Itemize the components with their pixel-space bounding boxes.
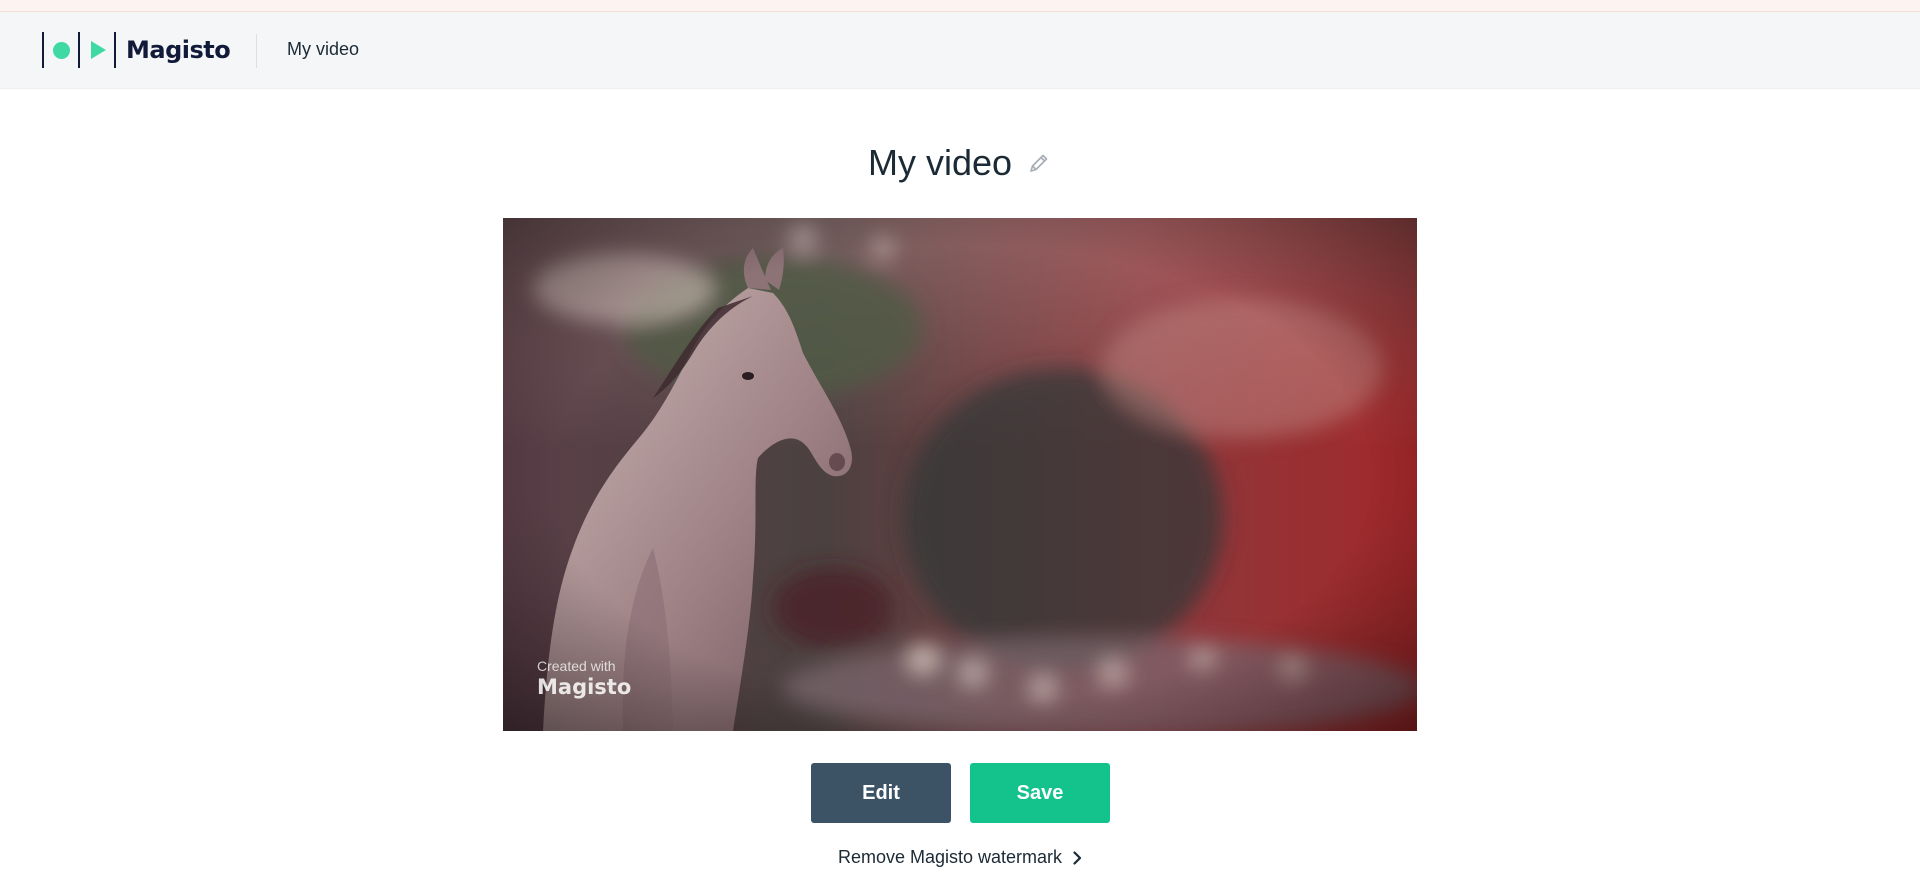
header-divider bbox=[256, 34, 257, 68]
action-buttons: Edit Save bbox=[811, 763, 1110, 823]
pencil-icon[interactable] bbox=[1026, 150, 1052, 176]
watermark-brand: Magisto bbox=[537, 675, 632, 699]
video-player[interactable]: Created with Magisto bbox=[503, 218, 1417, 731]
app-header: Magisto My video bbox=[0, 12, 1920, 89]
remove-watermark-link[interactable]: Remove Magisto watermark bbox=[0, 847, 1920, 868]
watermark-created-with: Created with bbox=[537, 658, 616, 674]
video-frame-image bbox=[503, 218, 1417, 731]
logo-text: Magisto bbox=[126, 36, 231, 64]
logo-dot-icon bbox=[52, 41, 70, 59]
video-title: My video bbox=[867, 142, 1013, 183]
logo-play-icon bbox=[91, 41, 106, 59]
logo-play-cell bbox=[80, 32, 114, 68]
header-page-title: My video bbox=[287, 39, 360, 59]
remove-watermark-label: Remove Magisto watermark bbox=[837, 847, 1063, 867]
chevron-right-icon bbox=[1072, 850, 1082, 865]
logo-bar bbox=[114, 32, 116, 68]
magisto-logo[interactable]: Magisto bbox=[42, 32, 231, 68]
video-watermark: Created with Magisto bbox=[537, 658, 631, 699]
video-title-row: My video bbox=[0, 142, 1920, 184]
top-banner-strip bbox=[0, 0, 1920, 12]
edit-button[interactable]: Edit bbox=[811, 763, 951, 823]
logo-dot-cell bbox=[44, 32, 78, 68]
save-button[interactable]: Save bbox=[970, 763, 1110, 823]
